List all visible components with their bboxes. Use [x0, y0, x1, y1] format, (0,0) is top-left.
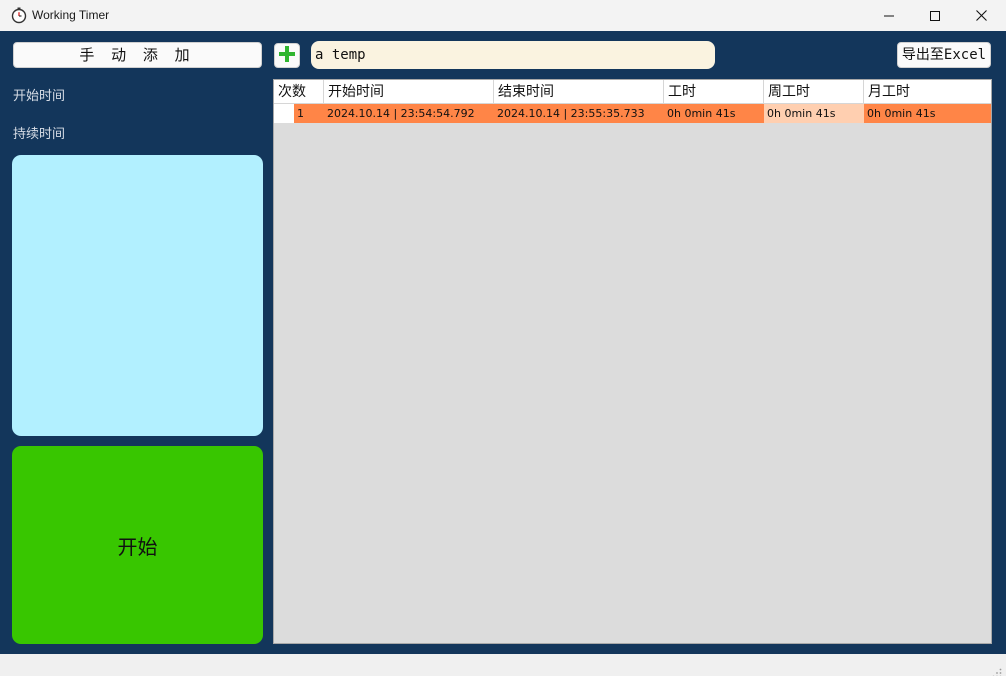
- stopwatch-icon: [10, 6, 28, 24]
- minimize-icon: [884, 11, 894, 21]
- cell-end-time[interactable]: 2024.10.14 | 23:55:35.733: [494, 104, 664, 123]
- column-header-hours[interactable]: 工时: [664, 80, 764, 104]
- records-table[interactable]: 次数 开始时间 结束时间 工时 周工时 月工时 1 2024.10.14 | 2…: [273, 79, 992, 644]
- task-name-input[interactable]: [311, 41, 715, 69]
- column-header-week-hours[interactable]: 周工时: [764, 80, 864, 104]
- minimize-button[interactable]: [866, 0, 912, 31]
- maximize-button[interactable]: [912, 0, 958, 31]
- row-selector[interactable]: [274, 104, 294, 123]
- table-row[interactable]: 1 2024.10.14 | 23:54:54.792 2024.10.14 |…: [274, 104, 991, 123]
- resize-grip-icon[interactable]: [992, 663, 1002, 676]
- maximize-icon: [930, 10, 940, 21]
- column-header-end[interactable]: 结束时间: [494, 80, 664, 104]
- close-icon: [975, 10, 987, 21]
- plus-icon: [278, 45, 296, 67]
- export-excel-button[interactable]: 导出至Excel: [897, 42, 991, 68]
- cell-week-hours[interactable]: 0h 0min 41s: [764, 104, 864, 123]
- start-button[interactable]: 开始: [12, 446, 263, 644]
- table-header: 次数 开始时间 结束时间 工时 周工时 月工时: [274, 80, 991, 104]
- cell-month-hours[interactable]: 0h 0min 41s: [864, 104, 991, 123]
- window-title: Working Timer: [32, 8, 110, 22]
- title-bar: Working Timer: [0, 0, 1006, 31]
- cell-start-time[interactable]: 2024.10.14 | 23:54:54.792: [324, 104, 494, 123]
- main-area: 手 动 添 加 导出至Excel 开始时间 持续时间 开始 次数 开始时间 结束…: [0, 31, 1006, 654]
- add-task-button[interactable]: [274, 43, 300, 68]
- cell-hours[interactable]: 0h 0min 41s: [664, 104, 764, 123]
- timer-display-panel: [12, 155, 263, 436]
- column-header-count[interactable]: 次数: [274, 80, 324, 104]
- column-header-month-hours[interactable]: 月工时: [864, 80, 991, 104]
- status-bar: [0, 654, 1006, 676]
- column-header-start[interactable]: 开始时间: [324, 80, 494, 104]
- manual-add-button[interactable]: 手 动 添 加: [13, 42, 262, 68]
- close-button[interactable]: [958, 0, 1004, 31]
- duration-label: 持续时间: [13, 127, 66, 142]
- start-button-label: 开始: [117, 534, 158, 559]
- start-time-label: 开始时间: [13, 89, 66, 104]
- cell-count[interactable]: 1: [294, 104, 324, 123]
